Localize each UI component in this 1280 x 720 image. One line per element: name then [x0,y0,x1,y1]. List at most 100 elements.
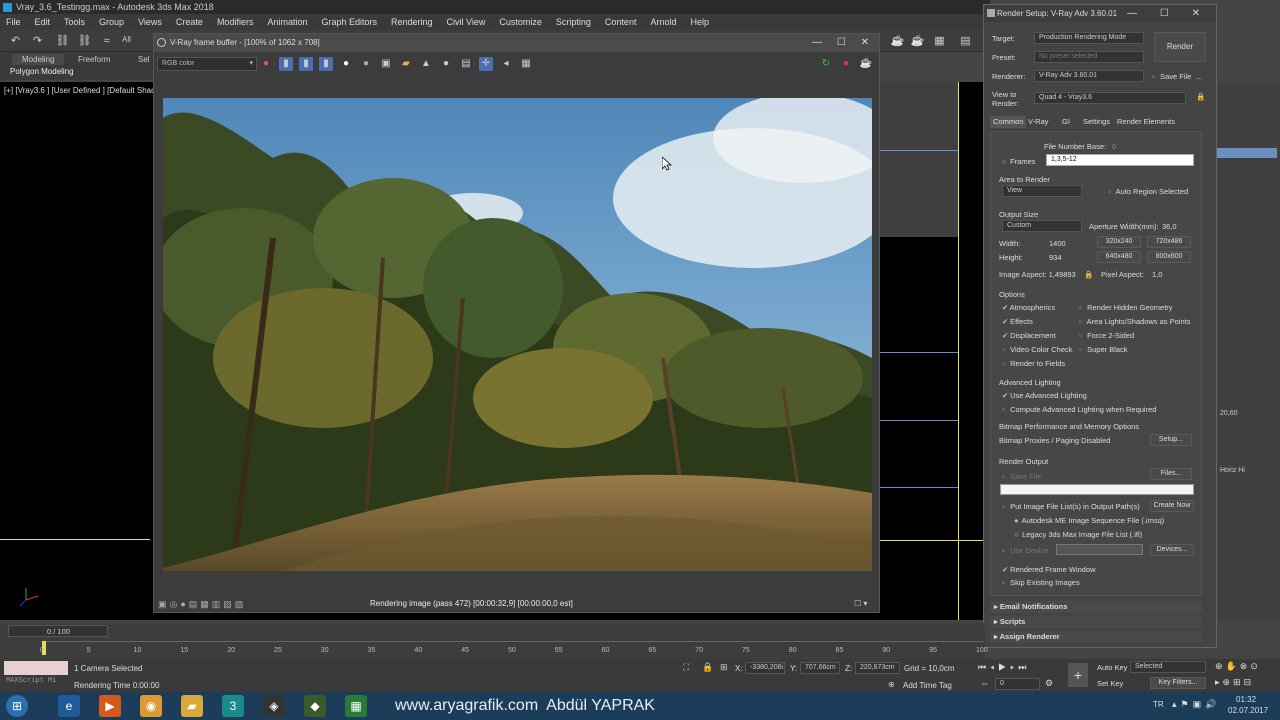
duplicate-icon[interactable]: ● [439,57,453,71]
excel-icon[interactable]: ▦ [345,695,367,717]
render-teapot-icon[interactable]: ☕ [859,57,873,71]
time-config-icon[interactable]: ⚙ [1045,678,1053,689]
tab-render-elements[interactable]: Render Elements [1117,116,1175,128]
target-select[interactable]: Production Rendering Mode [1034,32,1144,44]
preset-select[interactable]: No preset selected [1034,51,1144,63]
render-button[interactable]: Render [1154,32,1206,62]
vfb-bottom-tools-icon[interactable]: ▣◎●▤▦▥▧▨ [158,599,246,610]
menu-views[interactable]: Views [138,17,162,27]
track-mouse-icon[interactable]: ✛ [479,57,493,71]
menu-rendering[interactable]: Rendering [391,17,433,27]
z-coordinate[interactable]: 220,673cm [855,662,900,674]
pixel-aspect-value[interactable]: 1,0 [1152,270,1162,279]
menu-scripting[interactable]: Scripting [556,17,591,27]
menu-civil-view[interactable]: Civil View [447,17,486,27]
time-tag-icon[interactable]: ⊕ [888,680,895,689]
menu-animation[interactable]: Animation [267,17,307,27]
key-set-select[interactable]: Selected [1130,661,1206,673]
compute-advanced-lighting-checkbox[interactable]: ▫ Compute Advanced Lighting when Require… [1002,405,1156,414]
skip-existing-checkbox[interactable]: ▫ Skip Existing Images [1002,578,1080,587]
isolate-icon[interactable]: ⛶ [683,662,689,673]
link-icon[interactable]: ⛓ [55,34,70,48]
video-color-check-checkbox[interactable]: ▫ Video Color Check [1002,345,1073,354]
tab-common[interactable]: Common [990,116,1027,128]
maxscript-listener[interactable] [4,661,68,675]
absolute-mode-icon[interactable]: ⊞ [720,662,728,673]
devices-button[interactable]: Devices... [1150,544,1194,556]
file-number-base-value[interactable]: 0 [1112,142,1116,151]
auto-region-checkbox[interactable]: ▫ Auto Region Selected [1108,187,1188,196]
viewport-label[interactable]: [+] [Vray3.6 ] [User Defined ] [Default … [4,86,156,95]
render-frame-icon[interactable]: ☕ [910,34,925,48]
lock-icon[interactable]: 🔒 [1196,92,1205,101]
setup-button[interactable]: Setup... [1150,434,1192,446]
use-advanced-lighting-checkbox[interactable]: ✔ Use Advanced Lighting [1002,391,1087,400]
output-path-field[interactable] [1000,484,1194,495]
render-hidden-geometry-checkbox[interactable]: ▫ Render Hidden Geometry [1079,303,1173,312]
size-preset-640x480[interactable]: 640x480 [1097,251,1141,263]
height-value[interactable]: 934 [1049,253,1062,262]
vfb-expand-icon[interactable]: ☐ ▾ [854,599,867,608]
save-image-icon[interactable]: ▣ [379,57,393,71]
tab-vray[interactable]: V-Ray [1028,116,1048,128]
language-indicator[interactable]: TR [1153,700,1164,709]
region-render-icon[interactable]: ◂ [499,57,513,71]
legacy-ifl-radio[interactable]: ○ Legacy 3ds Max Image File List (.ifl) [1014,530,1142,539]
menu-group[interactable]: Group [99,17,124,27]
render-teapot-icon[interactable]: ☕ [890,34,905,48]
clock-time[interactable]: 01:32 [1236,695,1256,704]
blue-channel-icon[interactable]: ▮ [319,57,333,71]
add-time-tag[interactable]: Add Time Tag [903,681,952,690]
chrome-icon[interactable]: ◉ [140,695,162,717]
super-black-checkbox[interactable]: ▫ Super Black [1079,345,1128,354]
ribbon-tab-freeform[interactable]: Freeform [78,54,110,65]
render-setup-window-controls[interactable]: — ☐ ✕ [1127,5,1210,22]
set-key-button[interactable]: Set Key [1097,679,1123,688]
key-filters-button[interactable]: Key Filters... [1150,677,1206,689]
device-field[interactable] [1056,544,1143,555]
save-file-output-checkbox[interactable]: ▫ Save File [1002,472,1041,481]
mono-icon[interactable]: ● [359,57,373,71]
navigation-controls-icon[interactable]: ⊕✋⊗⊙ [1215,661,1261,672]
rendered-image[interactable] [163,98,872,571]
width-value[interactable]: 1400 [1049,239,1066,248]
size-preset-720x486[interactable]: 720x486 [1147,236,1191,248]
view-to-render-select[interactable]: Quad 4 - Vray3.6 [1034,92,1186,104]
atmospherics-checkbox[interactable]: ✔ Atmospherics [1002,303,1055,312]
frames-input[interactable]: 1,3,5-12 [1046,154,1194,166]
render-setup-title-bar[interactable]: Render Setup: V-Ray Adv 3.60.01 — ☐ ✕ [984,5,1216,22]
channel-select[interactable]: RGB color ▾ [157,57,257,71]
menu-graph-editors[interactable]: Graph Editors [321,17,377,27]
ribbon-tab-modeling[interactable]: Modeling [12,54,65,65]
app-taskbar-icon[interactable]: ◆ [304,695,326,717]
y-coordinate[interactable]: 707,66cm [800,662,840,674]
selection-filter[interactable]: All [122,35,131,44]
current-frame-field[interactable]: 0 [995,678,1040,690]
menu-customize[interactable]: Customize [499,17,542,27]
size-preset-320x240[interactable]: 320x240 [1097,236,1141,248]
unlink-icon[interactable]: ⛓ [77,34,92,48]
media-player-icon[interactable]: ▶ [99,695,121,717]
files-button[interactable]: Files... [1150,468,1192,480]
x-coordinate[interactable]: -3380,206i [745,662,785,674]
menu-arnold[interactable]: Arnold [650,17,676,27]
tray-icons[interactable]: ▴⚑▣🔊 [1172,699,1220,710]
tab-settings[interactable]: Settings [1083,116,1110,128]
red-channel-icon[interactable]: ▮ [279,57,293,71]
menu-create[interactable]: Create [176,17,203,27]
lock-selection-icon[interactable]: 🔒 [702,662,713,673]
displacement-checkbox[interactable]: ✔ Displacement [1002,331,1056,340]
render-refresh-icon[interactable]: ↻ [819,57,833,71]
create-now-button[interactable]: Create Now [1150,500,1194,512]
aperture-width-value[interactable]: 36,0 [1162,222,1177,231]
file-explorer-icon[interactable]: ▰ [181,695,203,717]
force-2-sided-checkbox[interactable]: ▫ Force 2-Sided [1079,331,1134,340]
time-slider[interactable]: 0 / 100 [8,625,108,637]
menu-edit[interactable]: Edit [35,17,51,27]
viewport-nav-icon[interactable]: ▸⊕⊞⊟ [1215,677,1254,688]
size-preset-800x600[interactable]: 800x600 [1147,251,1191,263]
render-setup-icon[interactable]: ▦ [932,34,947,48]
clock-date[interactable]: 02.07.2017 [1228,706,1268,715]
menu-help[interactable]: Help [690,17,709,27]
aspect-lock-icon[interactable]: 🔒 [1084,270,1093,279]
